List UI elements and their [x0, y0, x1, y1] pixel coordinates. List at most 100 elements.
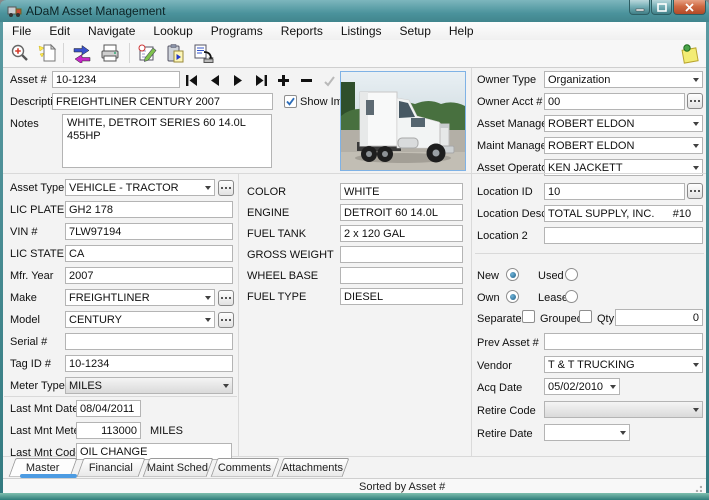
menu-edit[interactable]: Edit [40, 24, 79, 38]
own-radio[interactable] [506, 290, 519, 303]
owner-type-combo[interactable]: Organization [544, 71, 703, 88]
chevron-down-icon[interactable] [689, 357, 702, 372]
asset-number-field[interactable] [52, 71, 180, 88]
chevron-down-icon[interactable] [689, 138, 702, 153]
minimize-button[interactable] [629, 0, 650, 15]
make-combo[interactable]: FREIGHTLINER [65, 289, 215, 306]
color-field[interactable] [340, 183, 463, 200]
chevron-down-icon[interactable] [201, 312, 214, 327]
close-button[interactable] [673, 0, 706, 15]
menu-reports[interactable]: Reports [272, 24, 332, 38]
record-navigator [184, 73, 360, 87]
menu-listings[interactable]: Listings [332, 24, 391, 38]
gross-weight-label: GROSS WEIGHT [247, 249, 334, 261]
wheel-base-field[interactable] [340, 267, 463, 284]
maximize-button[interactable] [651, 0, 672, 15]
vin-field[interactable] [65, 223, 233, 240]
grouped-checkbox[interactable] [579, 310, 592, 323]
location-2-field[interactable] [544, 227, 703, 244]
notes-button[interactable] [676, 41, 702, 65]
separated-checkbox[interactable] [522, 310, 535, 323]
show-img-checkbox[interactable] [284, 95, 297, 108]
last-mnt-meter-field[interactable] [76, 422, 141, 439]
tab-attachments[interactable]: Attachments [276, 458, 350, 477]
new-record-button[interactable] [34, 41, 60, 65]
fuel-type-field[interactable] [340, 288, 463, 305]
resize-grip[interactable] [694, 484, 702, 492]
zoom-button[interactable] [7, 41, 33, 65]
asset-manager-combo[interactable]: ROBERT ELDON [544, 115, 703, 132]
transfer-button[interactable] [69, 41, 95, 65]
separated-label: Separated [477, 313, 528, 325]
vendor-combo[interactable]: T & T TRUCKING [544, 356, 703, 373]
chevron-down-icon[interactable] [689, 116, 702, 131]
location-id-field[interactable] [544, 183, 685, 200]
chevron-down-icon[interactable] [689, 402, 702, 417]
chevron-down-icon[interactable] [219, 378, 232, 393]
print-button[interactable] [97, 41, 123, 65]
lic-state-label: LIC STATE [10, 248, 64, 260]
menu-setup[interactable]: Setup [391, 24, 440, 38]
model-combo[interactable]: CENTURY [65, 311, 215, 328]
export-button[interactable] [190, 41, 216, 65]
schedule-button[interactable] [134, 41, 160, 65]
lic-plate-field[interactable] [65, 201, 233, 218]
owner-acct-lookup-button[interactable] [687, 93, 703, 109]
make-lookup-button[interactable] [218, 290, 234, 306]
status-bar: Sorted by Asset # [3, 478, 706, 494]
lease-radio[interactable] [565, 290, 578, 303]
acq-date-picker[interactable]: 05/02/2010 [544, 378, 620, 395]
serial-field[interactable] [65, 333, 233, 350]
tab-maint-sched[interactable]: Maint Sched [142, 458, 214, 477]
used-radio[interactable] [565, 268, 578, 281]
gross-weight-field[interactable] [340, 246, 463, 263]
engine-field[interactable] [340, 204, 463, 221]
last-mnt-date-field[interactable] [76, 400, 141, 417]
tab-comments[interactable]: Comments [210, 458, 280, 477]
record-first-button[interactable] [184, 73, 199, 87]
prev-asset-label: Prev Asset # [477, 337, 539, 349]
fuel-tank-field[interactable] [340, 225, 463, 242]
menu-help[interactable]: Help [440, 24, 483, 38]
chevron-down-icon[interactable] [606, 379, 619, 394]
record-commit-button[interactable] [322, 73, 337, 87]
model-lookup-button[interactable] [218, 312, 234, 328]
new-radio[interactable] [506, 268, 519, 281]
title-bar[interactable]: ADaM Asset Management [0, 0, 709, 22]
asset-type-lookup-button[interactable] [218, 180, 234, 196]
menu-programs[interactable]: Programs [202, 24, 272, 38]
menu-lookup[interactable]: Lookup [144, 24, 201, 38]
tab-financial[interactable]: Financial [76, 458, 146, 477]
prev-asset-field[interactable] [544, 333, 703, 350]
transfer-icon [73, 45, 91, 63]
retire-date-picker[interactable] [544, 424, 630, 441]
location-desc-field[interactable] [544, 205, 703, 222]
record-add-button[interactable] [276, 73, 291, 87]
record-last-button[interactable] [253, 73, 268, 87]
own-radio-label: Own [477, 292, 500, 304]
menu-file[interactable]: File [3, 24, 40, 38]
menu-navigate[interactable]: Navigate [79, 24, 144, 38]
qty-field[interactable] [615, 309, 703, 326]
lic-state-field[interactable] [65, 245, 233, 262]
fuel-tank-label: FUEL TANK [247, 228, 307, 240]
maint-manager-combo[interactable]: ROBERT ELDON [544, 137, 703, 154]
meter-type-combo[interactable]: MILES [65, 377, 233, 394]
paste-button[interactable] [162, 41, 188, 65]
description-field[interactable] [52, 93, 273, 110]
chevron-down-icon[interactable] [616, 425, 629, 440]
record-next-button[interactable] [230, 73, 245, 87]
chevron-down-icon[interactable] [689, 72, 702, 87]
mfr-year-field[interactable] [65, 267, 233, 284]
owner-acct-field[interactable] [544, 93, 685, 110]
location-lookup-button[interactable] [687, 183, 703, 199]
notes-field[interactable]: WHITE, DETROIT SERIES 60 14.0L 455HP [62, 114, 272, 168]
record-previous-button[interactable] [207, 73, 222, 87]
location-id-label: Location ID [477, 186, 533, 198]
retire-code-combo[interactable] [544, 401, 703, 418]
tag-id-field[interactable] [65, 355, 233, 372]
record-delete-button[interactable] [299, 73, 314, 87]
chevron-down-icon[interactable] [201, 180, 214, 195]
chevron-down-icon[interactable] [201, 290, 214, 305]
asset-type-combo[interactable]: VEHICLE - TRACTOR [65, 179, 215, 196]
